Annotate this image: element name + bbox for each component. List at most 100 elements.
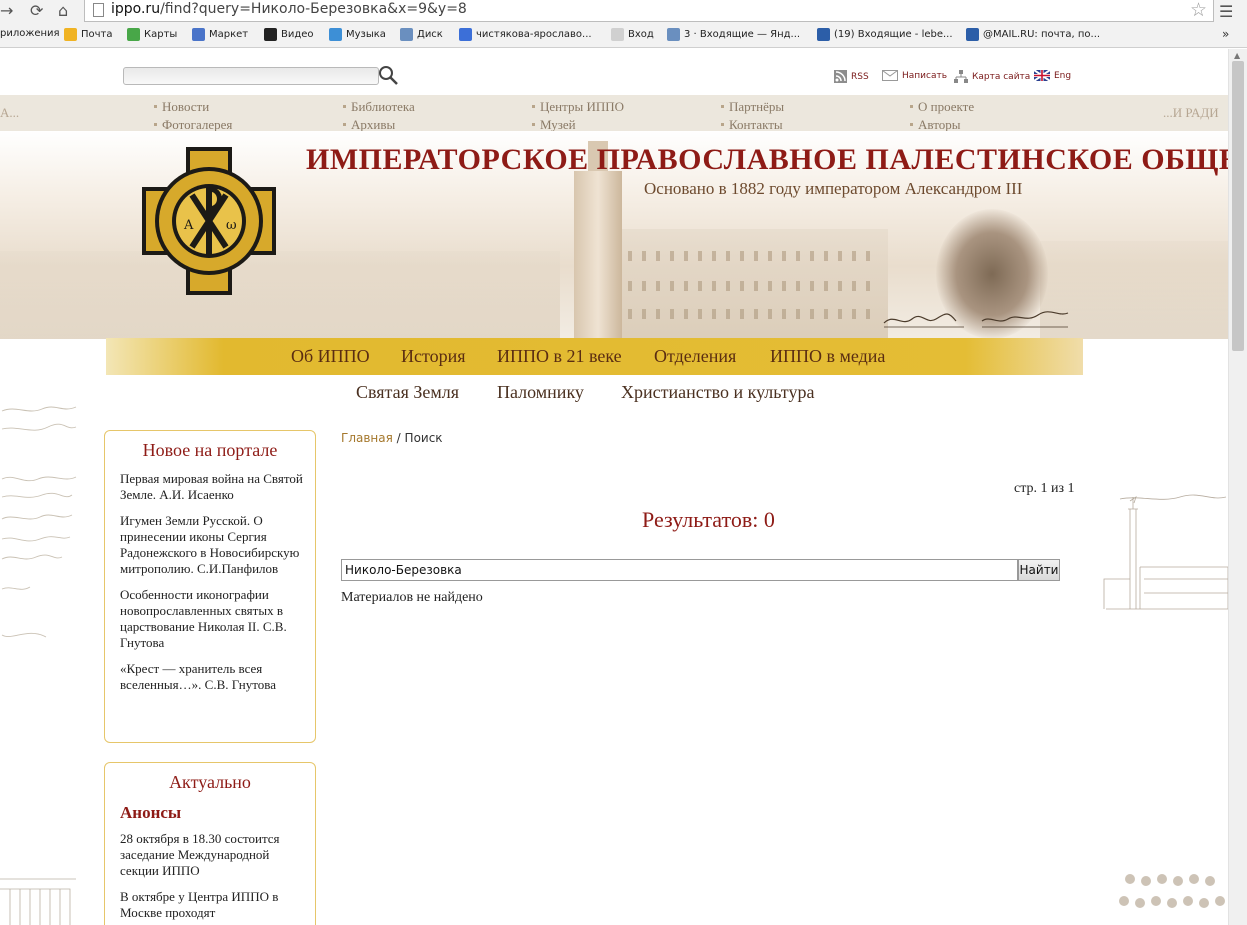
topnav-column: Библиотека Архивы bbox=[343, 98, 415, 134]
disk-icon bbox=[400, 28, 413, 41]
news-link[interactable]: Особенности иконографии новопрославленны… bbox=[105, 587, 315, 651]
video-icon bbox=[264, 28, 277, 41]
nav-link-news[interactable]: Новости bbox=[154, 98, 232, 116]
url-text[interactable]: ippo.ru/find?query=Николо-Березовка&x=9&… bbox=[111, 1, 467, 17]
home-icon[interactable]: ⌂ bbox=[58, 1, 68, 21]
more-bookmarks-icon[interactable]: » bbox=[1222, 27, 1229, 41]
bookmark-label: Вход bbox=[628, 29, 654, 40]
find-button[interactable]: Найти bbox=[1018, 559, 1060, 581]
bookmark-item[interactable]: Видео bbox=[264, 28, 314, 41]
nav-link-partners[interactable]: Партнёры bbox=[721, 98, 784, 116]
web-page: RSS Написать Карта сайта Eng А... Новост… bbox=[0, 49, 1228, 925]
rss-label: RSS bbox=[851, 71, 869, 82]
bookmark-item[interactable]: чистякова-ярославо... bbox=[459, 28, 592, 41]
building-sketch-right bbox=[1103, 494, 1228, 610]
page-scrollbar[interactable]: ▲ bbox=[1228, 49, 1247, 925]
english-link[interactable]: Eng bbox=[1034, 70, 1071, 81]
nav-ippo-21[interactable]: ИППО в 21 веке bbox=[497, 346, 622, 367]
news-link[interactable]: Первая мировая война на Святой Земле. А.… bbox=[105, 471, 315, 503]
bookmark-item[interactable]: Диск bbox=[400, 28, 443, 41]
rss-icon bbox=[834, 70, 847, 83]
breadcrumb-separator: / bbox=[396, 431, 401, 445]
address-bar[interactable]: ippo.ru/find?query=Николо-Березовка&x=9&… bbox=[84, 0, 1214, 22]
top-navigation: А... Новости Фотогалерея Библиотека Архи… bbox=[0, 95, 1228, 134]
back-arrow-icon[interactable]: → bbox=[0, 1, 13, 21]
bookmark-label: риложения bbox=[0, 28, 60, 39]
bookmark-label: Диск bbox=[417, 29, 443, 40]
scrollbar-thumb[interactable] bbox=[1232, 61, 1244, 351]
at-icon bbox=[966, 28, 979, 41]
market-icon bbox=[192, 28, 205, 41]
page-icon bbox=[93, 3, 104, 17]
svg-text:A: A bbox=[183, 218, 194, 233]
bookmark-star-icon[interactable]: ☆ bbox=[1190, 0, 1207, 20]
sitemap-link[interactable]: Карта сайта bbox=[954, 70, 1030, 83]
reload-icon[interactable]: ⟳ bbox=[30, 1, 43, 21]
ippo-emblem-logo[interactable]: A ω bbox=[140, 145, 278, 297]
nav-history[interactable]: История bbox=[401, 346, 466, 367]
write-link[interactable]: Написать bbox=[882, 70, 947, 81]
city-sketch-left bbox=[0, 878, 76, 925]
nav-christianity-culture[interactable]: Христианство и культура bbox=[621, 382, 814, 403]
query-search-input[interactable]: Николо-Березовка bbox=[341, 559, 1018, 581]
scroll-up-arrow-icon[interactable]: ▲ bbox=[1234, 51, 1240, 60]
topnav-column: Партнёры Контакты bbox=[721, 98, 784, 134]
building-windows bbox=[628, 281, 878, 291]
bookmark-item[interactable]: Вход bbox=[611, 28, 654, 41]
browser-toolbar: → ⟳ ⌂ ippo.ru/find?query=Николо-Березовк… bbox=[0, 0, 1247, 24]
search-icon[interactable] bbox=[378, 65, 400, 87]
bookmark-item[interactable]: Музыка bbox=[329, 28, 386, 41]
bookmark-label: 3 · Входящие — Янд... bbox=[684, 29, 801, 40]
nav-link-centers[interactable]: Центры ИППО bbox=[532, 98, 624, 116]
bookmark-item[interactable]: Почта bbox=[64, 28, 113, 41]
mail-icon bbox=[667, 28, 680, 41]
nav-holy-land[interactable]: Святая Земля bbox=[356, 382, 459, 403]
header-banner: A ω ИМПЕРАТОРСКОЕ ПРАВОСЛАВНОЕ ПАЛЕСТИНС… bbox=[0, 131, 1228, 339]
results-count: Результатов: 0 bbox=[642, 507, 775, 532]
news-link[interactable]: «Крест — хранитель всея вселенныя…». С.В… bbox=[105, 661, 315, 693]
banner-city-image bbox=[0, 251, 560, 339]
announcement-link[interactable]: В октябре у Центра ИППО в Москве проходя… bbox=[105, 889, 315, 921]
nav-departments[interactable]: Отделения bbox=[654, 346, 736, 367]
at-icon bbox=[817, 28, 830, 41]
google-icon bbox=[459, 28, 472, 41]
rss-link[interactable]: RSS bbox=[834, 70, 869, 83]
nav-media[interactable]: ИППО в медиа bbox=[770, 346, 885, 367]
bookmark-label: Карты bbox=[144, 29, 178, 40]
building-windows bbox=[628, 251, 878, 261]
bookmarks-bar: риложения Почта Карты Маркет Видео Музыка Диск… bbox=[0, 24, 1247, 48]
english-label: Eng bbox=[1054, 70, 1072, 81]
breadcrumb-home-link[interactable]: Главная bbox=[341, 431, 393, 445]
menu-icon[interactable]: ☰ bbox=[1219, 2, 1233, 21]
page-counter: стр. 1 из 1 bbox=[1014, 481, 1075, 496]
nav-link-library[interactable]: Библиотека bbox=[343, 98, 415, 116]
site-search-input[interactable] bbox=[123, 67, 379, 85]
nav-about-ippo[interactable]: Об ИППО bbox=[291, 346, 370, 367]
bookmark-item[interactable]: Маркет bbox=[192, 28, 248, 41]
new-on-portal-box: Новое на портале Первая мировая война на… bbox=[104, 430, 316, 743]
site-subtitle: Основано в 1882 году императором Алексан… bbox=[644, 179, 1023, 198]
sitemap-icon bbox=[954, 70, 968, 83]
no-results-message: Материалов не найдено bbox=[341, 590, 483, 605]
site-title: ИМПЕРАТОРСКОЕ ПРАВОСЛАВНОЕ ПАЛЕСТИНСКОЕ … bbox=[306, 143, 1228, 176]
topnav-left-edge: А... bbox=[0, 105, 20, 120]
nav-pilgrim[interactable]: Паломнику bbox=[497, 382, 584, 403]
bookmark-item[interactable]: (19) Входящие - lebe... bbox=[817, 28, 953, 41]
news-link[interactable]: Игумен Земли Русской. О принесении иконы… bbox=[105, 513, 315, 577]
bookmark-item[interactable]: @MAIL.RU: почта, по... bbox=[966, 28, 1100, 41]
bookmark-item[interactable]: риложения bbox=[0, 28, 60, 39]
nav-link-about[interactable]: О проекте bbox=[910, 98, 974, 116]
topnav-column: Центры ИППО Музей bbox=[532, 98, 624, 134]
building-windows bbox=[628, 309, 878, 319]
bookmark-label: Видео bbox=[281, 29, 314, 40]
sitemap-label: Карта сайта bbox=[972, 71, 1031, 82]
signature-image bbox=[883, 311, 1069, 328]
main-navigation: Об ИППО История ИППО в 21 веке Отделения… bbox=[106, 338, 1083, 375]
bookmark-label: (19) Входящие - lebe... bbox=[834, 29, 953, 40]
new-on-portal-title: Новое на портале bbox=[142, 440, 278, 460]
bookmark-item[interactable]: Карты bbox=[127, 28, 177, 41]
announcement-link[interactable]: 28 октября в 18.30 состоится заседание М… bbox=[105, 831, 315, 879]
banner-tower-image bbox=[574, 171, 622, 339]
bookmark-label: Музыка bbox=[346, 29, 386, 40]
bookmark-item[interactable]: 3 · Входящие — Янд... bbox=[667, 28, 800, 41]
